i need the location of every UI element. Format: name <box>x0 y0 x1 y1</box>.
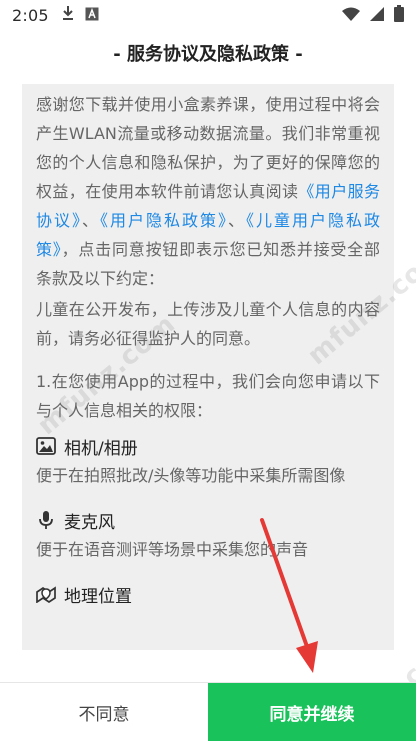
permission-microphone: 麦克风 <box>36 503 380 537</box>
agree-continue-button[interactable]: 同意并继续 <box>208 683 416 741</box>
permission-microphone-desc: 便于在语音测评等场景中采集您的声音 <box>36 540 309 559</box>
wifi-icon <box>342 6 360 25</box>
status-time: 2:05 <box>12 5 49 25</box>
intro-sep-1: 、 <box>82 211 100 230</box>
disagree-button[interactable]: 不同意 <box>0 683 208 741</box>
image-icon <box>36 436 56 456</box>
location-icon <box>36 584 56 604</box>
intro-text-2: ，点击同意按钮即表示您已知悉并接受全部条款及以下约定： <box>36 240 380 288</box>
permission-camera: 相机/相册 <box>36 429 380 463</box>
agreement-scroll[interactable]: 感谢您下载并使用小盒素养课，使用过程中将会产生WLAN流量或移动数据流量。我们非… <box>22 84 394 611</box>
download-icon <box>61 5 75 25</box>
permission-intro: 1.在您使用App的过程中，我们会向您申请以下与个人信息相关的权限： <box>36 372 380 420</box>
status-bar: 2:05 <box>0 0 416 30</box>
permission-location: 地理位置 <box>36 577 380 611</box>
battery-icon <box>394 4 404 26</box>
user-privacy-policy-link[interactable]: 《用户隐私政策》 <box>100 211 228 230</box>
intro-sep-2: 、 <box>227 211 246 230</box>
permission-camera-desc: 便于在拍照批改/头像等功能中采集所需图像 <box>36 466 346 485</box>
text-a-icon <box>85 6 99 25</box>
permission-microphone-title: 麦克风 <box>64 512 115 533</box>
permission-camera-title: 相机/相册 <box>64 438 138 459</box>
microphone-icon <box>36 510 56 530</box>
button-row: 不同意 同意并继续 <box>0 682 416 741</box>
permission-location-title: 地理位置 <box>64 586 132 607</box>
intro-paragraph: 感谢您下载并使用小盒素养课，使用过程中将会产生WLAN流量或移动数据流量。我们非… <box>36 90 380 293</box>
child-note: 儿童在公开发布，上传涉及儿童个人信息的内容前，请务必征得监护人的同意。 <box>36 300 380 348</box>
signal-icon <box>370 6 384 25</box>
dialog-title: - 服务协议及隐私政策 - <box>113 44 303 65</box>
agreement-box[interactable]: 感谢您下载并使用小盒素养课，使用过程中将会产生WLAN流量或移动数据流量。我们非… <box>22 84 394 650</box>
